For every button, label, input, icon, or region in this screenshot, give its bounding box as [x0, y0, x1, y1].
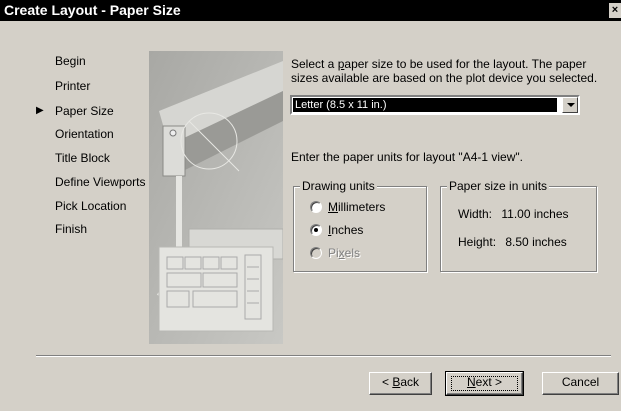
back-rest: ack — [400, 375, 420, 389]
step-define-viewports[interactable]: Define Viewports — [55, 174, 146, 190]
mnemonic: M — [328, 200, 338, 214]
cancel-button[interactable]: Cancel — [542, 372, 619, 395]
width-row: Width: 11.00 inches — [458, 206, 569, 222]
step-begin[interactable]: Begin — [55, 53, 86, 69]
create-layout-dialog: Create Layout - Paper Size × ▶ Begin Pri… — [0, 0, 621, 411]
height-label: Height: — [458, 235, 497, 249]
label-rest: illimeters — [338, 200, 386, 214]
instructions-text-part: Select a — [291, 57, 338, 71]
step-printer[interactable]: Printer — [55, 78, 90, 94]
drawing-units-group: Drawing units Millimeters Inches Pixels — [293, 179, 427, 272]
radio-circle-checked[interactable] — [310, 224, 322, 236]
label-rest: els — [344, 246, 361, 260]
paper-size-dropdown[interactable]: Letter (8.5 x 11 in.) — [290, 95, 580, 115]
label-pre: Pi — [328, 246, 339, 260]
units-prompt: Enter the paper units for layout "A4-1 v… — [291, 150, 523, 164]
paper-size-selected: Letter (8.5 x 11 in.) — [293, 98, 557, 112]
width-label: Width: — [458, 207, 493, 221]
step-pick-location[interactable]: Pick Location — [55, 198, 126, 214]
close-icon[interactable]: × — [609, 3, 621, 18]
label-rest: nches — [331, 223, 364, 237]
back-button[interactable]: < Back — [369, 372, 432, 395]
radio-circle-disabled — [310, 247, 322, 259]
paper-size-units-legend: Paper size in units — [447, 179, 550, 193]
millimeters-label: Millimeters — [328, 199, 385, 215]
chevron-down-icon[interactable] — [562, 97, 578, 113]
pixels-label: Pixels — [328, 245, 360, 261]
inches-label: Inches — [328, 222, 363, 238]
current-step-arrow-icon: ▶ — [36, 105, 44, 116]
dialog-title: Create Layout - Paper Size — [4, 2, 181, 18]
plotter-illustration — [149, 51, 283, 344]
back-prefix: < — [381, 375, 393, 389]
step-title-block[interactable]: Title Block — [55, 150, 110, 166]
step-finish[interactable]: Finish — [55, 221, 87, 237]
focus-rect — [451, 376, 518, 391]
title-bar: Create Layout - Paper Size × — [0, 0, 621, 21]
instructions-text: Select a paper size to be used for the l… — [291, 57, 611, 85]
drawing-units-legend: Drawing units — [300, 179, 377, 193]
step-paper-size[interactable]: Paper Size — [55, 103, 114, 119]
paper-size-units-group: Paper size in units Width: 11.00 inches … — [440, 179, 597, 272]
height-value: 8.50 inches — [505, 235, 567, 249]
width-value: 11.00 inches — [501, 207, 569, 221]
radio-circle[interactable] — [310, 201, 322, 213]
step-orientation[interactable]: Orientation — [55, 126, 114, 142]
next-button[interactable]: Next > — [445, 371, 524, 396]
height-row: Height: 8.50 inches — [458, 234, 567, 250]
divider — [36, 355, 611, 357]
